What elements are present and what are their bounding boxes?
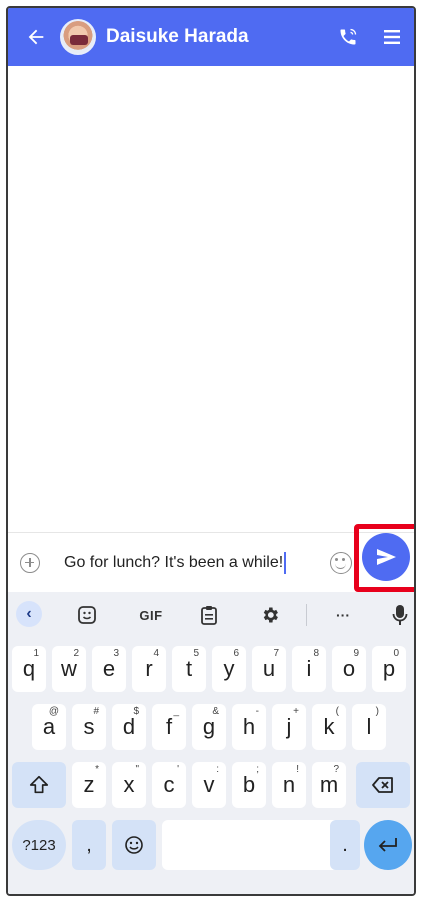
key-q[interactable]: q1 <box>12 646 46 692</box>
menu-icon[interactable] <box>370 8 414 66</box>
sticker-icon[interactable] <box>72 601 102 629</box>
key-n[interactable]: n! <box>272 762 306 808</box>
chevron-left-icon[interactable]: ‹ <box>16 601 42 627</box>
enter-icon <box>378 838 397 852</box>
spacebar[interactable] <box>162 820 346 870</box>
phone-screen: Daisuke Harada Go for lunch? It's been a… <box>6 6 416 896</box>
keyboard-toolbar: ‹ GIF ··· <box>8 592 414 638</box>
keyboard: ‹ GIF ··· q1 w2 e3 r4 t5 y6 u7 i 8 o 9 p… <box>8 592 414 894</box>
key-f[interactable]: f _ <box>152 704 186 750</box>
microphone-icon[interactable] <box>388 601 412 629</box>
avatar[interactable] <box>60 19 96 55</box>
key-w[interactable]: w2 <box>52 646 86 692</box>
period-key[interactable]: . <box>330 820 360 870</box>
key-x[interactable]: x " <box>112 762 146 808</box>
key-i[interactable]: i8 <box>292 646 326 692</box>
symbols-key[interactable]: ?123 <box>12 820 66 870</box>
shift-key[interactable] <box>12 762 66 808</box>
emoji-icon <box>125 836 143 854</box>
add-attachment-icon[interactable] <box>20 552 40 573</box>
key-j[interactable]: j + <box>272 704 306 750</box>
backspace-key[interactable] <box>356 762 410 808</box>
gear-icon[interactable] <box>255 601 285 629</box>
send-button-highlight <box>354 524 414 592</box>
key-p[interactable]: p0 <box>372 646 406 692</box>
gif-button[interactable]: GIF <box>133 601 169 629</box>
emoji-key[interactable] <box>112 820 156 870</box>
key-v[interactable]: v: <box>192 762 226 808</box>
shift-icon <box>29 775 49 794</box>
contact-name[interactable]: Daisuke Harada <box>106 26 326 48</box>
key-r[interactable]: r4 <box>132 646 166 692</box>
more-options-icon[interactable]: ··· <box>328 601 358 629</box>
key-e[interactable]: e3 <box>92 646 126 692</box>
key-g[interactable]: g & <box>192 704 226 750</box>
phone-icon[interactable] <box>326 8 370 66</box>
enter-key[interactable] <box>364 820 412 870</box>
toolbar-divider <box>306 604 307 626</box>
key-z[interactable]: z * <box>72 762 106 808</box>
key-d[interactable]: d $ <box>112 704 146 750</box>
chat-header: Daisuke Harada <box>8 8 414 66</box>
message-input[interactable]: Go for lunch? It's been a while! <box>64 551 314 574</box>
backspace-icon <box>372 777 393 793</box>
key-y[interactable]: y6 <box>212 646 246 692</box>
key-o[interactable]: o9 <box>332 646 366 692</box>
key-h[interactable]: h- <box>232 704 266 750</box>
key-c[interactable]: c ' <box>152 762 186 808</box>
clipboard-icon[interactable] <box>194 601 224 629</box>
key-l[interactable]: l) <box>352 704 386 750</box>
key-k[interactable]: k( <box>312 704 346 750</box>
key-a[interactable]: a @ <box>32 704 66 750</box>
key-b[interactable]: b; <box>232 762 266 808</box>
message-text: Go for lunch? It's been a while! <box>64 553 284 571</box>
key-m[interactable]: m? <box>312 762 346 808</box>
comma-key[interactable]: , <box>72 820 106 870</box>
emoji-icon[interactable] <box>330 552 352 574</box>
key-u[interactable]: u7 <box>252 646 286 692</box>
key-s[interactable]: s # <box>72 704 106 750</box>
arrow-back-icon[interactable] <box>14 8 58 66</box>
text-cursor <box>284 551 287 574</box>
key-t[interactable]: t5 <box>172 646 206 692</box>
